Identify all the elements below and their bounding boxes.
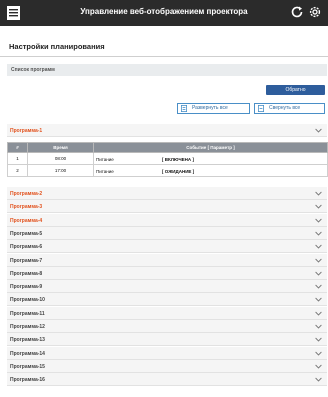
divider: [0, 56, 328, 57]
chevron-down-icon[interactable]: [315, 204, 322, 209]
expand-all-button[interactable]: Развернуть все: [177, 103, 250, 114]
table-row: 1 08:00 Питание [ ВКЛЮЧЕНА ]: [7, 152, 328, 165]
program-label: Программа-12: [10, 324, 45, 330]
program-label: Программа-7: [10, 257, 43, 264]
collapse-icon: [258, 105, 264, 112]
program-label: Программа-3: [10, 204, 43, 211]
row-param: [ ВКЛЮЧЕНА ]: [162, 157, 194, 162]
program-row[interactable]: Программа-12: [7, 320, 327, 333]
section-label: Список программ: [11, 67, 55, 73]
column-header-event: Событие [ Параметр ]: [93, 142, 328, 153]
program-label: Программа-5: [10, 230, 43, 237]
chevron-down-icon[interactable]: [315, 231, 322, 236]
program-label: Программа-1: [10, 128, 43, 134]
program-row[interactable]: Программа-8: [7, 266, 327, 280]
program-row[interactable]: Программа-11: [7, 306, 327, 320]
chevron-down-icon[interactable]: [315, 218, 322, 223]
table-header-row: # Время Событие [ Параметр ]: [7, 142, 328, 153]
chevron-down-icon[interactable]: [315, 324, 322, 329]
chevron-down-icon[interactable]: [315, 364, 322, 369]
gear-icon[interactable]: [308, 5, 322, 19]
program-label: Программа-13: [10, 337, 45, 344]
collapse-all-label: Свернуть все: [269, 105, 301, 111]
program-list-header: Список программ: [7, 64, 327, 76]
page-title: Настройки планирования: [9, 42, 105, 51]
program-label: Программа-4: [10, 217, 43, 224]
schedule-table: # Время Событие [ Параметр ] 1 08:00 Пит…: [7, 142, 328, 177]
expand-icon: [181, 105, 187, 112]
table-row: 2 17:00 Питание [ ОЖИДАНИЕ ]: [7, 164, 328, 177]
row-number: 2: [7, 164, 28, 177]
back-button[interactable]: Обратно: [266, 85, 325, 95]
chevron-down-icon[interactable]: [315, 337, 322, 342]
program-row[interactable]: Программа-14: [7, 346, 327, 360]
program-label: Программа-14: [10, 350, 45, 357]
collapse-all-button[interactable]: Свернуть все: [254, 103, 325, 114]
row-event-cell: Питание [ ОЖИДАНИЕ ]: [93, 164, 328, 177]
column-header-number: #: [7, 142, 28, 153]
program-label: Программа-6: [10, 244, 43, 251]
program-row[interactable]: Программа-6: [7, 240, 327, 254]
program-row[interactable]: Программа-10: [7, 293, 327, 307]
chevron-down-icon[interactable]: [315, 284, 322, 289]
program-label: Программа-8: [10, 270, 43, 277]
row-event-cell: Питание [ ВКЛЮЧЕНА ]: [93, 152, 328, 165]
chevron-down-icon[interactable]: [315, 351, 322, 356]
chevron-down-icon[interactable]: [315, 297, 322, 303]
program-row[interactable]: Программа-3: [7, 200, 327, 214]
program-row[interactable]: Программа-4: [7, 213, 327, 227]
program-row[interactable]: Программа-1: [7, 124, 327, 137]
program-row[interactable]: Программа-16: [7, 373, 327, 387]
chevron-down-icon[interactable]: [315, 258, 322, 263]
program-label: Программа-15: [10, 363, 45, 370]
row-event: Питание: [96, 157, 114, 162]
row-number: 1: [7, 152, 28, 165]
refresh-icon[interactable]: [290, 5, 304, 19]
row-param: [ ОЖИДАНИЕ ]: [162, 169, 195, 174]
program-label: Программа-16: [10, 377, 45, 384]
chevron-down-icon[interactable]: [315, 311, 322, 316]
column-header-time: Время: [27, 142, 94, 153]
chevron-down-icon[interactable]: [315, 377, 322, 382]
app-header: Управление веб-отображением проектора: [0, 0, 328, 26]
chevron-down-icon[interactable]: [315, 244, 322, 249]
chevron-down-icon[interactable]: [315, 128, 322, 133]
app-title: Управление веб-отображением проектора: [80, 7, 248, 16]
program-label: Программа-2: [10, 191, 43, 197]
program-label: Программа-10: [10, 297, 45, 304]
program-row[interactable]: Программа-15: [7, 359, 327, 373]
program-row[interactable]: Программа-9: [7, 280, 327, 294]
program-row[interactable]: Программа-2: [7, 187, 327, 200]
expand-all-label: Развернуть все: [192, 105, 228, 111]
chevron-down-icon[interactable]: [315, 271, 322, 276]
program-row[interactable]: Программа-7: [7, 253, 327, 267]
program-label: Программа-11: [10, 310, 45, 317]
program-row[interactable]: Программа-5: [7, 226, 327, 240]
program-row[interactable]: Программа-13: [7, 333, 327, 347]
chevron-down-icon[interactable]: [315, 191, 322, 196]
program-label: Программа-9: [10, 284, 43, 291]
row-event: Питание: [96, 169, 114, 174]
row-time: 08:00: [27, 152, 94, 165]
row-time: 17:00: [27, 164, 94, 177]
